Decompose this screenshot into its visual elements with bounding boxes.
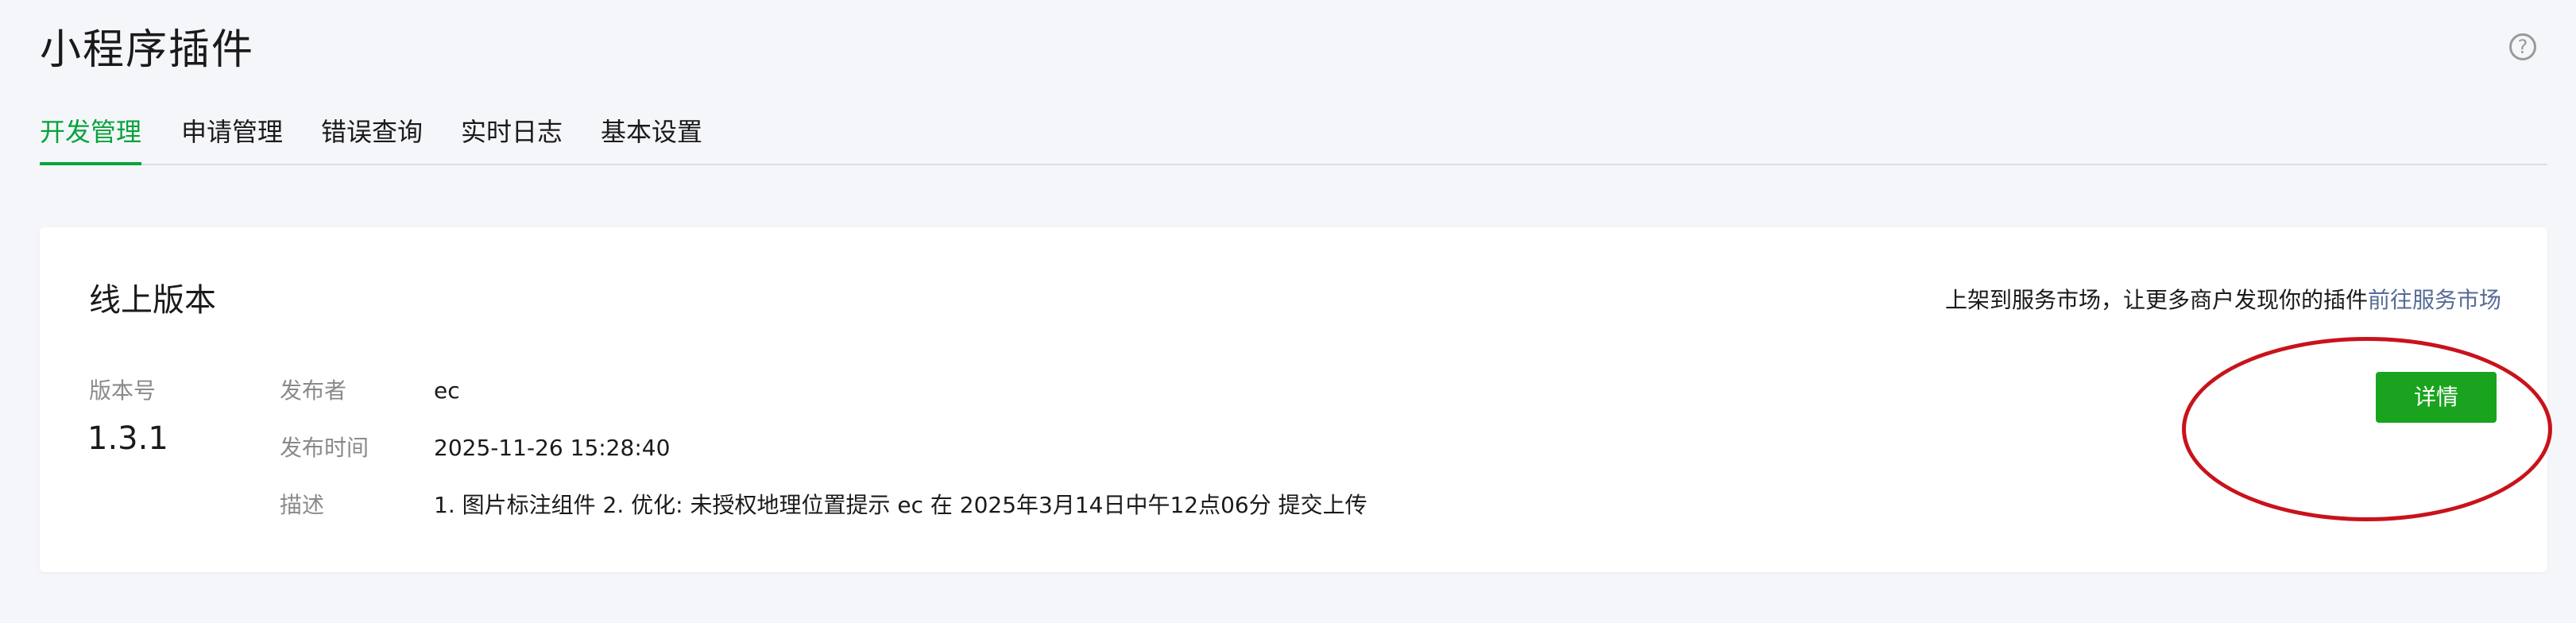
market-hint: 上架到服务市场，让更多商户发现你的插件前往服务市场 xyxy=(1945,284,2501,316)
version-label: 版本号 xyxy=(89,377,157,404)
page-title: 小程序插件 xyxy=(40,26,255,74)
publisher-value: ec xyxy=(434,377,460,404)
service-market-link[interactable]: 前往服务市场 xyxy=(2368,287,2501,313)
tab-bar: 开发管理 申请管理 错误查询 实时日志 基本设置 xyxy=(40,111,2547,165)
publisher-label: 发布者 xyxy=(280,377,347,404)
publish-time-value: 2025-11-26 15:28:40 xyxy=(434,435,671,461)
tab-basic-settings[interactable]: 基本设置 xyxy=(601,116,702,164)
tab-application-management[interactable]: 申请管理 xyxy=(181,116,283,164)
description-label: 描述 xyxy=(280,492,325,518)
version-number: 1.3.1 xyxy=(87,420,168,457)
tab-realtime-log[interactable]: 实时日志 xyxy=(461,116,563,164)
description-value: 1. 图片标注组件 2. 优化: 未授权地理位置提示 ec 在 2025年3月1… xyxy=(434,492,1367,518)
tab-error-query[interactable]: 错误查询 xyxy=(321,116,423,164)
tab-dev-management[interactable]: 开发管理 xyxy=(40,116,142,165)
online-version-card: 线上版本 上架到服务市场，让更多商户发现你的插件前往服务市场 版本号 1.3.1… xyxy=(40,227,2547,572)
card-title: 线上版本 xyxy=(89,282,216,319)
market-hint-text: 上架到服务市场，让更多商户发现你的插件 xyxy=(1944,287,2368,313)
publish-time-label: 发布时间 xyxy=(280,435,369,461)
detail-button[interactable]: 详情 xyxy=(2376,372,2497,423)
help-circle-icon[interactable]: ? xyxy=(2509,33,2536,60)
